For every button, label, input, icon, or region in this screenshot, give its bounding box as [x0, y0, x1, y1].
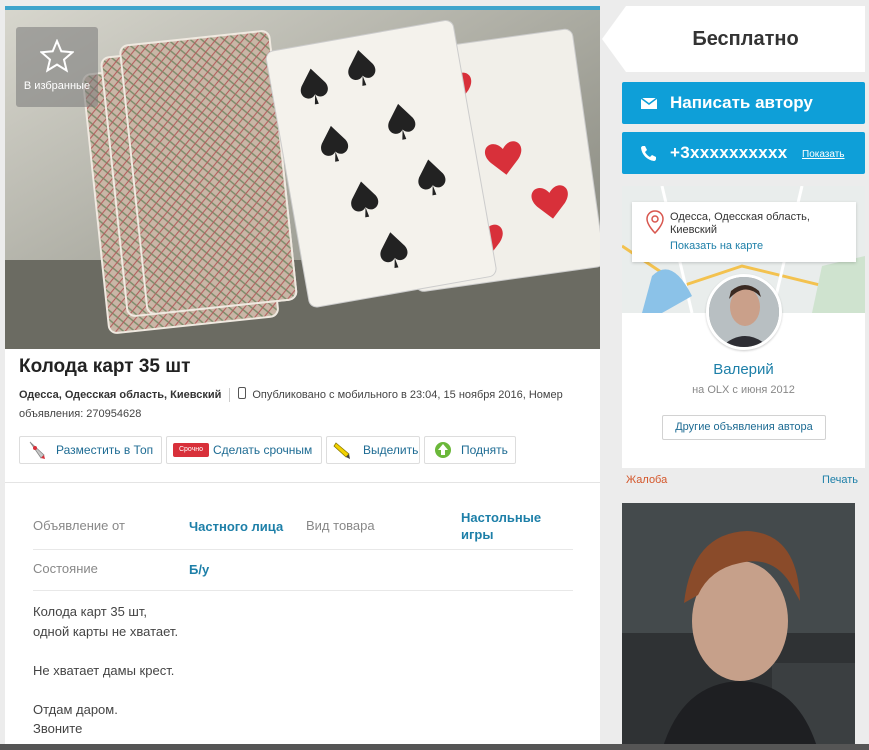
raise-up-button[interactable]: Поднять [424, 436, 516, 464]
location-pin-icon [646, 210, 664, 234]
star-icon [40, 39, 74, 73]
listing-meta: Одесса, Одесская область, Киевский Опубли… [19, 386, 589, 424]
raise-up-icon [435, 442, 451, 458]
param-label-type: Вид товара [306, 518, 375, 533]
listing-params: Объявление от Частного лица Вид товара Н… [33, 506, 573, 591]
author-since: на OLX с июня 2012 [692, 384, 795, 396]
listing-title: Колода карт 35 шт [19, 356, 191, 377]
param-value-seller[interactable]: Частного лица [189, 518, 283, 535]
highlighter-icon [333, 442, 350, 459]
phone-number: +3xxxxxxxxxx [670, 143, 788, 162]
author-avatar[interactable] [706, 274, 782, 350]
complain-link[interactable]: Жалоба [626, 474, 667, 486]
envelope-icon [640, 97, 658, 109]
avatar-photo [709, 277, 779, 347]
promote-top-label: Разместить в Топ [56, 443, 154, 457]
price-box: Бесплатно [602, 6, 865, 72]
bottom-bar [0, 744, 869, 750]
param-row-divider [33, 590, 573, 591]
mobile-phone-icon [238, 387, 247, 399]
add-to-favorites-button[interactable]: В избранные [16, 27, 98, 107]
listing-panel: В избранные Колода карт 35 шт Одесса, Од… [5, 6, 600, 750]
highlight-button[interactable]: Выделить [326, 436, 420, 464]
section-divider [5, 482, 600, 483]
show-phone-link[interactable]: Показать [802, 149, 845, 160]
other-ads-button[interactable]: Другие объявления автора [662, 415, 826, 440]
author-card: Одесса, Одесская область, Киевский Показ… [622, 186, 865, 468]
listing-description: Колода карт 35 шт, одной карты не хватае… [33, 604, 179, 736]
meta-divider [229, 388, 231, 403]
param-value-condition[interactable]: Б/у [189, 561, 209, 578]
show-on-map-link[interactable]: Показать на карте [670, 240, 763, 252]
param-value-type[interactable]: Настольные игры [461, 509, 561, 543]
write-author-label: Написать автору [670, 93, 813, 112]
location-card: Одесса, Одесская область, Киевский Показ… [632, 202, 856, 262]
phone-button[interactable]: +3xxxxxxxxxx Показать [622, 132, 865, 174]
raise-up-label: Поднять [461, 443, 508, 457]
phone-icon [641, 146, 656, 161]
author-address: Одесса, Одесская область, Киевский [670, 211, 810, 236]
price: Бесплатно [692, 28, 799, 50]
print-link[interactable]: Печать [822, 474, 858, 486]
favorites-label: В избранные [23, 80, 91, 92]
write-author-button[interactable]: Написать автору [622, 82, 865, 124]
promote-top-button[interactable]: Разместить в Топ [19, 436, 162, 464]
param-label-seller: Объявление от [33, 518, 125, 533]
ad-person-photo [622, 503, 855, 750]
param-row-divider [33, 549, 573, 550]
rocket-icon [29, 441, 45, 459]
listing-photo[interactable]: В избранные [5, 10, 600, 349]
highlight-label: Выделить [363, 443, 419, 457]
urgent-tag-icon: Срочно [173, 443, 209, 457]
param-label-condition: Состояние [33, 561, 98, 576]
page: В избранные Колода карт 35 шт Одесса, Од… [0, 0, 869, 750]
listing-location: Одесса, Одесская область, Киевский [19, 389, 222, 401]
make-urgent-button[interactable]: Срочно Сделать срочным [166, 436, 322, 464]
sidebar-ad-image[interactable] [622, 503, 855, 750]
author-name[interactable]: Валерий [622, 361, 865, 378]
make-urgent-label: Сделать срочным [213, 443, 313, 457]
